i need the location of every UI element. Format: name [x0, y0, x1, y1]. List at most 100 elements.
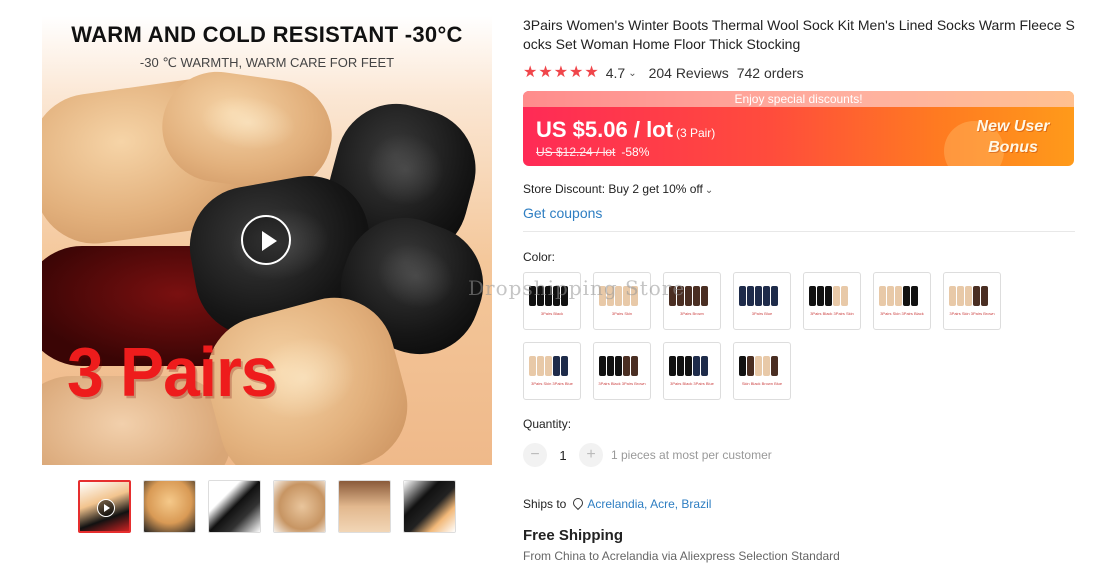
thumbnail-image[interactable]	[208, 480, 261, 533]
sock-swatch	[623, 286, 630, 306]
swatch-image	[809, 286, 848, 306]
star-icon: ★	[538, 64, 553, 81]
shipping-method: Free Shipping	[523, 527, 624, 544]
store-discount[interactable]: Store Discount: Buy 2 get 10% off ⌄	[523, 182, 1075, 196]
hero-title: WARM AND COLD RESISTANT -30°C	[71, 22, 463, 47]
star-icon: ★	[569, 64, 584, 81]
color-option-caption: 3Pairs Blue	[751, 311, 773, 316]
color-option[interactable]: 3Pairs Black 3Pairs Skin	[803, 272, 861, 330]
quantity-label: Quantity:	[523, 417, 572, 431]
thumbnail-video[interactable]	[78, 480, 131, 533]
sock-swatch	[911, 286, 918, 306]
color-option-caption: 3Pairs Black	[540, 311, 564, 316]
ship-location-link[interactable]: Acrelandia, Acre, Brazil	[587, 497, 711, 511]
thumbnail-image[interactable]	[143, 480, 196, 533]
sock-swatch	[607, 286, 614, 306]
sock-swatch	[529, 286, 536, 306]
sock-swatch	[887, 286, 894, 306]
color-option[interactable]: 3Pairs Brown	[663, 272, 721, 330]
sock-swatch	[561, 356, 568, 376]
sock-swatch	[599, 286, 606, 306]
sock-swatch	[981, 286, 988, 306]
color-option[interactable]: 3Pairs Skin	[593, 272, 651, 330]
sock-swatch	[529, 356, 536, 376]
color-option-caption: 3Pairs Skin 3Pairs Black	[880, 311, 924, 316]
play-video-button[interactable]	[241, 215, 291, 265]
product-info: 3Pairs Women's Winter Boots Thermal Wool…	[523, 16, 1075, 563]
location-pin-icon	[572, 498, 582, 510]
color-option-caption: 3Pairs Brown	[680, 311, 704, 316]
sock-swatch	[553, 356, 560, 376]
sock-swatch	[623, 356, 630, 376]
sock-swatch	[545, 356, 552, 376]
price-value: US $5.06 / lot	[536, 117, 673, 142]
color-option[interactable]: 3Pairs Skin 3Pairs Brown	[943, 272, 1001, 330]
color-option[interactable]: 3Pairs Skin 3Pairs Black	[873, 272, 931, 330]
sock-swatch	[755, 356, 762, 376]
sock-swatch	[669, 286, 676, 306]
sock-swatch	[755, 286, 762, 306]
sock-swatch	[537, 356, 544, 376]
thumbnail-image[interactable]	[403, 480, 456, 533]
swatch-image	[739, 286, 778, 306]
color-option-caption: Skin Black Brown Blue	[741, 381, 783, 386]
swatch-image	[669, 286, 708, 306]
swatch-image	[529, 286, 568, 306]
sock-swatch	[965, 286, 972, 306]
quantity-decrease-button[interactable]: −	[523, 443, 547, 467]
sock-swatch	[631, 356, 638, 376]
thumbnail-image[interactable]	[338, 480, 391, 533]
new-user-bonus-badge[interactable]: New User Bonus	[968, 116, 1058, 158]
color-option[interactable]: 3Pairs Blue	[733, 272, 791, 330]
sock-swatch	[677, 356, 684, 376]
star-icon: ★	[553, 64, 569, 81]
sock-swatch	[599, 356, 606, 376]
swatch-image	[669, 356, 708, 376]
get-coupons-link[interactable]: Get coupons	[523, 205, 1075, 221]
sock-swatch	[701, 286, 708, 306]
divider	[523, 231, 1075, 232]
quantity-stepper: − 1 + 1 pieces at most per customer	[523, 443, 1075, 467]
color-option[interactable]: 3Pairs Skin 3Pairs Blue	[523, 342, 581, 400]
sock-swatch	[841, 286, 848, 306]
sock-swatch	[747, 286, 754, 306]
color-option[interactable]: 3Pairs Black	[523, 272, 581, 330]
sock-swatch	[615, 286, 622, 306]
color-option-caption: 3Pairs Black 3Pairs Skin	[810, 311, 854, 316]
price-unit: (3 Pair)	[675, 126, 716, 140]
promo-line-2: Bonus	[988, 139, 1038, 156]
product-main-image[interactable]: WARM AND COLD RESISTANT -30°C -30 ℃ WARM…	[42, 16, 492, 465]
rating-value[interactable]: 4.7	[606, 65, 625, 81]
sock-swatch	[693, 286, 700, 306]
sock-swatch	[607, 356, 614, 376]
sock-swatch	[949, 286, 956, 306]
discount-banner: Enjoy special discounts!	[523, 91, 1074, 107]
sock-swatch	[903, 286, 910, 306]
swatch-image	[879, 286, 918, 306]
sock-swatch	[747, 356, 754, 376]
price-box: Enjoy special discounts! US $5.06 / lot(…	[523, 91, 1074, 166]
sock-swatch	[545, 286, 552, 306]
sock-swatch	[825, 286, 832, 306]
reviews-link[interactable]: 204 Reviews	[649, 65, 729, 81]
sock-swatch	[817, 286, 824, 306]
chevron-down-icon[interactable]: ⌄	[628, 68, 636, 79]
sock-swatch	[701, 356, 708, 376]
color-swatches: 3Pairs Black 3Pairs Skin 3Pairs Brown 3Pair…	[523, 272, 1023, 400]
color-option[interactable]: 3Pairs Black 3Pairs Brown	[593, 342, 651, 400]
color-option-caption: 3Pairs Skin	[611, 311, 633, 316]
current-price: US $5.06 / lot (3 Pair)	[536, 117, 715, 143]
star-icon: ★	[584, 64, 599, 81]
sock-swatch	[739, 356, 746, 376]
thumbnail-image[interactable]	[273, 480, 326, 533]
sock-swatch	[631, 286, 638, 306]
quantity-value[interactable]: 1	[547, 448, 579, 463]
ships-to-row: Ships to Acrelandia, Acre, Brazil	[523, 497, 1075, 511]
color-option[interactable]: 3Pairs Black 3Pairs Blue	[663, 342, 721, 400]
quantity-increase-button[interactable]: +	[579, 443, 603, 467]
color-option[interactable]: Skin Black Brown Blue	[733, 342, 791, 400]
sock-swatch	[693, 356, 700, 376]
sock-swatch	[537, 286, 544, 306]
shipping-detail: From China to Acrelandia via Aliexpress …	[523, 549, 840, 563]
sock-swatch	[615, 356, 622, 376]
